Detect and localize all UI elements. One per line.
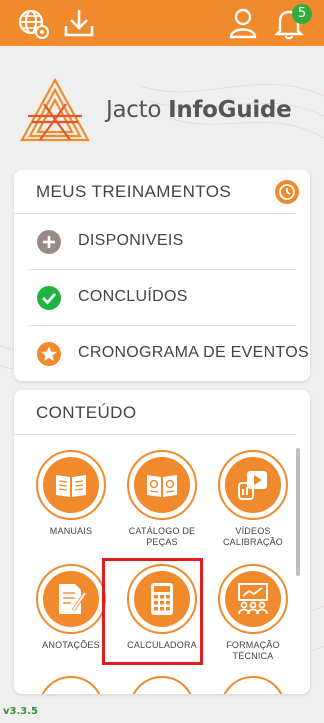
- training-item-label: CRONOGRAMA DE EVENTOS: [78, 344, 309, 361]
- tile-label-line1: CATÁLOGO DE: [128, 526, 196, 536]
- brand-bold: InfoGuide: [168, 97, 292, 123]
- tile-label-line1: VÍDEOS: [235, 526, 271, 536]
- check-circle-icon: [37, 286, 61, 310]
- catalog-icon: [147, 475, 177, 497]
- content-title: CONTEÚDO: [36, 403, 137, 422]
- training-card: MEUS TREINAMENTOS DISPONIVEIS CONCLUÍDOS…: [14, 170, 310, 381]
- jacto-logo: [20, 77, 90, 142]
- tile-label: MANUAIS: [26, 526, 116, 537]
- training-item-available[interactable]: DISPONIVEIS: [28, 214, 296, 270]
- tile-calibration-videos[interactable]: VÍDEOS CALIBRAÇÃO: [208, 450, 298, 548]
- tile-partial[interactable]: [220, 676, 286, 694]
- notes-icon: [59, 584, 87, 614]
- star-circle-icon: [37, 342, 61, 366]
- video-icon: [238, 471, 267, 500]
- tile-circle: [36, 564, 106, 634]
- tile-parts-catalog[interactable]: CATÁLOGO DE PEÇAS: [117, 450, 207, 548]
- training-card-header: MEUS TREINAMENTOS: [14, 170, 299, 214]
- training-item-label: CONCLUÍDOS: [78, 288, 188, 305]
- tile-label-line1: MANUAIS: [49, 526, 93, 536]
- tile-manuals[interactable]: MANUAIS: [26, 450, 116, 537]
- tile-circle: [127, 450, 197, 520]
- tile-technical-training[interactable]: FORMAÇÃO TÉCNICA: [208, 564, 298, 662]
- training-title: MEUS TREINAMENTOS: [36, 182, 232, 201]
- notification-badge: 5: [292, 4, 312, 24]
- tile-label-line2: PEÇAS: [146, 537, 178, 547]
- tile-circle: [36, 450, 106, 520]
- content-card-header: CONTEÚDO: [14, 390, 296, 435]
- tile-circle: [218, 564, 288, 634]
- tile-circle: [218, 450, 288, 520]
- tile-label: CATÁLOGO DE PEÇAS: [117, 526, 207, 548]
- tile-partial[interactable]: [38, 676, 104, 694]
- content-scrollbar[interactable]: [296, 448, 300, 576]
- app-brand-title: Jacto InfoGuide: [106, 97, 292, 123]
- book-icon: [56, 475, 86, 497]
- plus-circle-icon: [37, 230, 61, 254]
- tile-label-line2: CALIBRAÇÃO: [222, 537, 284, 547]
- globe-settings-icon[interactable]: [16, 6, 50, 40]
- training-item-events[interactable]: CRONOGRAMA DE EVENTOS: [28, 326, 309, 382]
- training-item-label: DISPONIVEIS: [78, 232, 184, 249]
- classroom-icon: [238, 583, 268, 615]
- tile-partial[interactable]: [129, 676, 195, 694]
- top-bar: 5: [0, 0, 324, 46]
- user-icon[interactable]: [226, 6, 260, 40]
- app-version: v3.3.5: [3, 706, 38, 717]
- download-icon[interactable]: [62, 6, 96, 40]
- tile-label: VÍDEOS CALIBRAÇÃO: [208, 526, 298, 548]
- tile-label-line1: ANOTAÇÕES: [42, 640, 100, 650]
- tile-label-line2: TÉCNICA: [232, 651, 274, 661]
- tile-label-line1: FORMAÇÃO: [226, 640, 280, 650]
- brand-light: Jacto: [106, 97, 169, 123]
- history-clock-icon[interactable]: [274, 179, 300, 205]
- tile-label: FORMAÇÃO TÉCNICA: [208, 640, 298, 662]
- calculator-icon: [151, 583, 173, 615]
- training-item-completed[interactable]: CONCLUÍDOS: [28, 270, 296, 326]
